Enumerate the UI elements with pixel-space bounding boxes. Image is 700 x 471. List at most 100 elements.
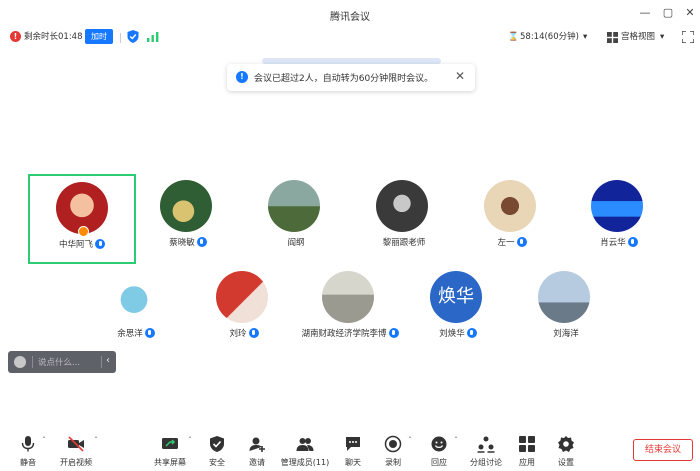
notice-message: 会议已超过2人，自动转为60分钟限时会议。	[254, 74, 434, 84]
avatar: 焕华	[430, 271, 482, 323]
toolbar-label: 应用	[519, 458, 535, 467]
meeting-info-bar: ! 剩余时长01:48 加时 ⌛ 58:14(60分钟) ▾ 宫格视图 ▾	[0, 26, 700, 48]
divider	[120, 33, 121, 43]
divider	[32, 356, 33, 368]
emoji-icon[interactable]	[14, 356, 26, 368]
chevron-up-icon[interactable]: ˆ	[454, 436, 458, 445]
extend-button[interactable]: 加时	[85, 29, 113, 44]
apps-button[interactable]: 应用	[512, 428, 542, 471]
mic-icon	[248, 328, 259, 338]
mute-button[interactable]: 静音 ˆ	[10, 428, 46, 471]
participant-tile[interactable]: 湖南财政经济学院李博	[296, 265, 404, 355]
avatar	[538, 271, 590, 323]
participant-name: 刘焕华	[439, 329, 465, 339]
chat-button[interactable]: 聊天	[338, 428, 368, 471]
chevron-up-icon[interactable]: ˆ	[408, 436, 412, 445]
participant-tile[interactable]: 刘海洋	[512, 265, 620, 355]
close-icon[interactable]: ✕	[682, 5, 698, 21]
participant-tile[interactable]: 黎丽跟老师	[350, 174, 458, 264]
invite-icon	[249, 437, 265, 452]
reaction-icon	[431, 436, 447, 452]
toolbar-label: 共享屏幕	[154, 458, 186, 467]
hourglass-icon: ⌛	[508, 32, 519, 42]
mic-icon	[95, 239, 105, 249]
chevron-up-icon[interactable]: ˆ	[94, 436, 98, 445]
participant-name: 湖南财政经济学院李博	[301, 329, 387, 339]
shield-icon	[210, 436, 224, 452]
maximize-icon[interactable]: ▢	[660, 5, 676, 21]
participant-tile[interactable]: 中华阿飞	[28, 174, 136, 264]
participant-name: 蔡晓敏	[169, 238, 195, 248]
mic-icon	[196, 237, 207, 247]
view-mode-selector[interactable]: 宫格视图	[621, 30, 655, 44]
close-notice-icon[interactable]: ✕	[455, 69, 465, 83]
breakout-button[interactable]: 分组讨论	[466, 428, 506, 471]
participant-tile[interactable]: 左一	[458, 174, 566, 264]
security-shield-icon[interactable]	[127, 30, 139, 43]
avatar	[322, 271, 374, 323]
manage-members-button[interactable]: 管理成员(11)	[280, 428, 330, 471]
toolbar-label: 回应	[431, 458, 447, 467]
chevron-down-icon[interactable]: ▾	[660, 30, 664, 44]
invite-button[interactable]: 邀请	[242, 428, 272, 471]
toolbar-label: 静音	[20, 458, 36, 467]
remaining-time: 剩余时长01:48	[24, 32, 83, 42]
toolbar-label: 开启视频	[60, 458, 92, 467]
video-off-icon	[68, 436, 84, 452]
share-screen-icon	[162, 438, 178, 449]
toolbar-label: 分组讨论	[470, 458, 502, 467]
title-bar: 腾讯会议 — ▢ ✕	[0, 0, 700, 26]
mic-icon	[21, 436, 35, 452]
avatar	[216, 271, 268, 323]
security-button[interactable]: 安全	[202, 428, 232, 471]
chat-icon	[346, 437, 360, 451]
chevron-left-icon[interactable]: ‹	[106, 355, 110, 366]
toolbar-label: 设置	[558, 458, 574, 467]
record-button[interactable]: 录制 ˆ	[378, 428, 412, 471]
toolbar-label: 安全	[209, 458, 225, 467]
chat-input-box[interactable]: 说点什么... ‹	[8, 351, 116, 373]
avatar	[108, 271, 160, 323]
participant-tile[interactable]: 刘玲	[190, 265, 298, 355]
chevron-up-icon[interactable]: ˆ	[42, 436, 46, 445]
participant-tile[interactable]: 肖云华	[565, 174, 673, 264]
fullscreen-icon[interactable]	[682, 31, 694, 43]
end-meeting-button[interactable]: 结束会议	[633, 439, 693, 461]
signal-icon[interactable]	[147, 32, 159, 42]
grid-view-icon[interactable]	[607, 32, 618, 43]
participant-name: 刘玲	[229, 329, 247, 339]
participant-name: 黎丽跟老师	[382, 238, 426, 248]
avatar	[591, 180, 643, 232]
settings-button[interactable]: 设置	[551, 428, 581, 471]
participant-tile[interactable]: 焕华 刘焕华	[404, 265, 512, 355]
share-screen-button[interactable]: 共享屏幕 ˆ	[150, 428, 192, 471]
breakout-icon	[477, 436, 495, 453]
participant-tile[interactable]: 阎纲	[242, 174, 350, 264]
participant-tile[interactable]: 余思洋	[82, 265, 190, 355]
avatar-text: 焕华	[438, 286, 474, 307]
mic-icon	[388, 328, 399, 338]
toolbar-label: 管理成员(11)	[280, 458, 330, 467]
members-icon	[296, 438, 314, 451]
mic-icon	[627, 237, 638, 247]
participant-name: 中华阿飞	[58, 240, 93, 250]
settings-icon	[558, 436, 574, 452]
avatar	[376, 180, 428, 232]
chevron-up-icon[interactable]: ˆ	[188, 436, 192, 445]
participant-name: 肖云华	[600, 238, 626, 248]
video-button[interactable]: 开启视频 ˆ	[56, 428, 98, 471]
divider	[101, 356, 102, 368]
minimize-icon[interactable]: —	[637, 5, 653, 21]
meeting-timer[interactable]: 58:14(60分钟)	[520, 30, 579, 44]
participant-name: 阎纲	[287, 238, 305, 248]
avatar	[484, 180, 536, 232]
mic-icon	[144, 328, 155, 338]
mic-icon	[516, 237, 527, 247]
avatar	[268, 180, 320, 232]
chat-placeholder[interactable]: 说点什么...	[38, 356, 80, 368]
reaction-button[interactable]: 回应 ˆ	[424, 428, 458, 471]
avatar	[160, 180, 212, 232]
chevron-down-icon[interactable]: ▾	[583, 30, 587, 44]
participant-tile[interactable]: 蔡晓敏	[134, 174, 242, 264]
bottom-toolbar: 静音 ˆ 开启视频 ˆ 共享屏幕 ˆ 安全 邀请 管理成员(11) 聊天 录制 …	[0, 428, 700, 471]
